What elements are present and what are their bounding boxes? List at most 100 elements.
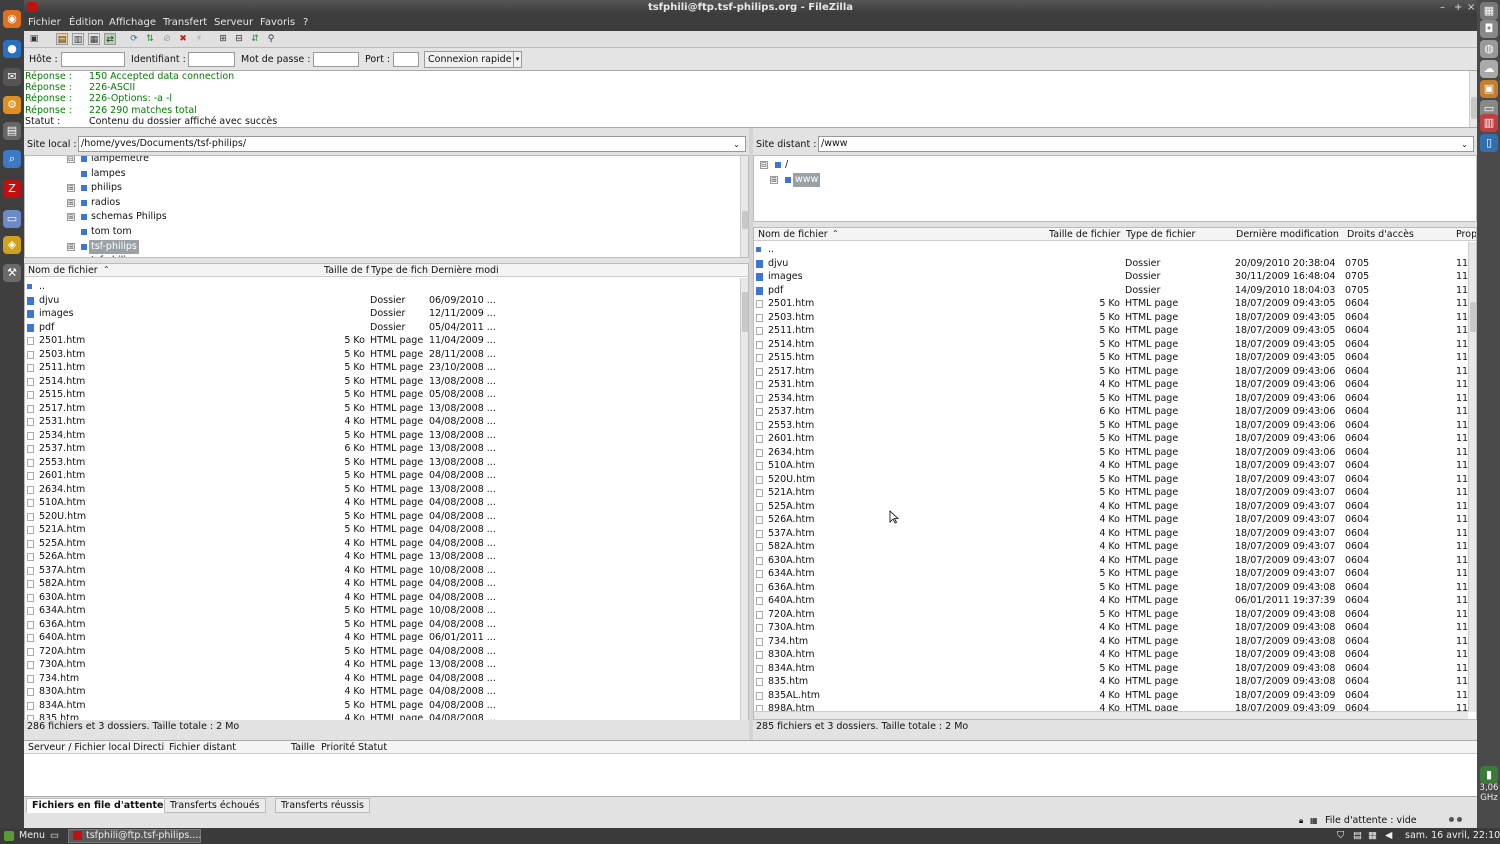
table-row[interactable]: 730A.htm 4 Ko HTML page 13/08/2008 ... [25,658,748,672]
menu-help[interactable]: ? [303,17,308,28]
table-row[interactable]: 537A.htm 4 Ko HTML page 18/07/2009 09:43:07… [754,527,1476,541]
password-input[interactable] [313,52,359,67]
table-row[interactable]: 720A.htm 5 Ko HTML page 18/07/2009 09:43:08… [754,608,1476,622]
chevron-down-icon[interactable]: ⌄ [1458,138,1471,150]
site-manager-icon[interactable]: ▣ [28,33,40,45]
table-row[interactable]: 525A.htm 4 Ko HTML page 18/07/2009 09:43:07… [754,500,1476,514]
table-row[interactable]: 2517.htm 5 Ko HTML page 18/07/2009 09:43:06… [754,365,1476,379]
local-list-scrollbar[interactable] [740,278,748,720]
table-row[interactable]: 520U.htm 5 Ko HTML page 04/08/2008 ... [25,510,748,524]
table-row[interactable]: 2553.htm 5 Ko HTML page 18/07/2009 09:43:06… [754,419,1476,433]
book-icon[interactable]: ▯ [1480,134,1498,152]
table-row[interactable]: 2534.htm 5 Ko HTML page 18/07/2009 09:43:06… [754,392,1476,406]
table-row[interactable]: 636A.htm 5 Ko HTML page 18/07/2009 09:43:08… [754,581,1476,595]
remote-path-input[interactable]: /www ⌄ [818,136,1474,152]
table-row[interactable]: 734.htm 4 Ko HTML page 04/08/2008 ... [25,672,748,686]
table-row[interactable]: 2501.htm 5 Ko HTML page 18/07/2009 09:43:05… [754,297,1476,311]
tab-queued-files[interactable]: Fichiers en file d'attente [26,798,170,813]
cancel-icon[interactable]: ⊘ [161,33,173,45]
tree-node[interactable]: lampes [25,167,725,181]
refresh-icon[interactable]: ⟳ [128,33,140,45]
tab-successful-transfers[interactable]: Transferts réussis [275,798,370,813]
toggle-log-icon[interactable]: ▤ [56,33,68,45]
table-row[interactable]: djvu Dossier 20/09/2010 20:38:04 0705 11 [754,257,1476,271]
expand-icon[interactable]: ⊞ [770,176,778,184]
filter-icon[interactable]: ⊞ [217,33,229,45]
table-row[interactable]: 834A.htm 5 Ko HTML page 04/08/2008 ... [25,699,748,713]
queue-col-status[interactable]: Statut [358,742,387,753]
table-row[interactable]: 2517.htm 5 Ko HTML page 13/08/2008 ... [25,402,748,416]
tree-node[interactable]: ⊞ schemas Philips [25,210,725,224]
table-row[interactable]: 2634.htm 5 Ko HTML page 13/08/2008 ... [25,483,748,497]
printer-icon[interactable]: ▤ [3,122,21,140]
find-icon[interactable]: ⚲ [265,33,277,45]
table-row[interactable]: 2514.htm 5 Ko HTML page 18/07/2009 09:43:05… [754,338,1476,352]
table-row[interactable]: 630A.htm 4 Ko HTML page 18/07/2009 09:43:07… [754,554,1476,568]
table-row[interactable]: 640A.htm 4 Ko HTML page 06/01/2011 19:37:39… [754,594,1476,608]
weather-icon[interactable]: ☁ [1480,60,1498,78]
local-col-type[interactable]: Type de fich [371,265,428,276]
local-col-name[interactable]: Nom de fichier [28,265,98,276]
table-row[interactable]: 582A.htm 4 Ko HTML page 18/07/2009 09:43:07… [754,540,1476,554]
tree-node[interactable]: ⊞ tsf-philips [25,239,725,254]
taskbar-menu[interactable]: Menu [19,830,45,841]
close-button[interactable]: × [1467,0,1475,15]
window-icon[interactable]: ▭ [3,210,21,228]
remote-col-name[interactable]: Nom de fichier [758,229,828,240]
maximize-button[interactable]: + [1454,0,1462,15]
table-row[interactable]: djvu Dossier 06/09/2010 ... [25,294,748,308]
table-row[interactable]: 2511.htm 5 Ko HTML page 18/07/2009 09:43:05… [754,324,1476,338]
queue-col-priority[interactable]: Priorité [321,742,355,753]
table-row[interactable]: 526A.htm 4 Ko HTML page 18/07/2009 09:43:07… [754,513,1476,527]
queue-col-direction[interactable]: Directi [133,742,164,753]
menu-icon[interactable] [4,831,14,841]
table-row[interactable]: 510A.htm 4 Ko HTML page 04/08/2008 ... [25,496,748,510]
local-col-size[interactable]: Taille de f [324,265,369,276]
table-row[interactable]: 2601.htm 5 Ko HTML page 18/07/2009 09:43:06… [754,432,1476,446]
table-row[interactable]: .. [25,280,748,294]
menu-affichage[interactable]: Affichage [109,17,156,28]
log-scrollbar[interactable] [1469,71,1477,127]
show-desktop-icon[interactable]: ▭ [50,830,59,841]
table-row[interactable]: 734.htm 4 Ko HTML page 18/07/2009 09:43:08 0… [754,635,1476,649]
menu-serveur[interactable]: Serveur [214,17,253,28]
expand-icon[interactable]: ⊞ [67,213,75,222]
port-input[interactable] [393,52,419,67]
expand-icon[interactable]: ⊞ [67,242,75,251]
globe-icon[interactable]: ◍ [1480,40,1498,58]
remote-col-type[interactable]: Type de fichier [1126,229,1195,240]
remote-list-scrollbar[interactable] [1468,242,1476,712]
table-row[interactable]: 2537.htm 6 Ko HTML page 18/07/2009 09:43:06… [754,405,1476,419]
expand-icon[interactable]: ⊞ [67,184,75,193]
menu-transfert[interactable]: Transfert [163,17,207,28]
table-row[interactable]: 2501.htm 5 Ko HTML page 11/04/2009 ... [25,334,748,348]
quickconnect-button[interactable]: Connexion rapide [424,51,516,68]
table-row[interactable]: 2634.htm 5 Ko HTML page 18/07/2009 09:43:06… [754,446,1476,460]
table-row[interactable]: pdf Dossier 05/04/2011 ... [25,321,748,335]
table-row[interactable]: 634A.htm 5 Ko HTML page 10/08/2008 ... [25,604,748,618]
minimize-button[interactable]: – [1440,0,1445,15]
table-row[interactable]: 830A.htm 4 Ko HTML page 04/08/2008 ... [25,685,748,699]
tree-node[interactable]: ⊟ / [754,158,1454,172]
tab-failed-transfers[interactable]: Transferts échoués [164,798,266,813]
table-row[interactable]: 2531.htm 4 Ko HTML page 18/07/2009 09:43:06… [754,378,1476,392]
table-row[interactable]: 520U.htm 5 Ko HTML page 18/07/2009 09:43:07… [754,473,1476,487]
remote-col-perms[interactable]: Droits d'accès [1347,229,1414,240]
messenger-icon[interactable]: ● [3,40,21,58]
filezilla-icon[interactable]: Z [3,180,21,198]
table-row[interactable]: 636A.htm 5 Ko HTML page 04/08/2008 ... [25,618,748,632]
table-row[interactable]: 582A.htm 4 Ko HTML page 04/08/2008 ... [25,577,748,591]
table-row[interactable]: 510A.htm 4 Ko HTML page 18/07/2009 09:43:07… [754,459,1476,473]
tree-node[interactable]: ⊟ lampemetre [25,156,725,166]
table-row[interactable]: 830A.htm 4 Ko HTML page 18/07/2009 09:43:08… [754,648,1476,662]
table-row[interactable]: 521A.htm 5 Ko HTML page 04/08/2008 ... [25,523,748,537]
volume-icon[interactable]: ◀ [1385,830,1392,841]
table-row[interactable]: 835.htm 4 Ko HTML page 18/07/2009 09:43:08 0… [754,675,1476,689]
expand-icon[interactable]: ⊟ [760,161,768,169]
table-row[interactable]: 2515.htm 5 Ko HTML page 05/08/2008 ... [25,388,748,402]
queue-col-server[interactable]: Serveur / Fichier local [28,742,131,753]
table-row[interactable]: 2534.htm 5 Ko HTML page 13/08/2008 ... [25,429,748,443]
table-row[interactable]: 521A.htm 5 Ko HTML page 18/07/2009 09:43:07… [754,486,1476,500]
reconnect-icon[interactable]: ⚡ [193,33,205,45]
process-queue-icon[interactable]: ⇅ [144,33,156,45]
